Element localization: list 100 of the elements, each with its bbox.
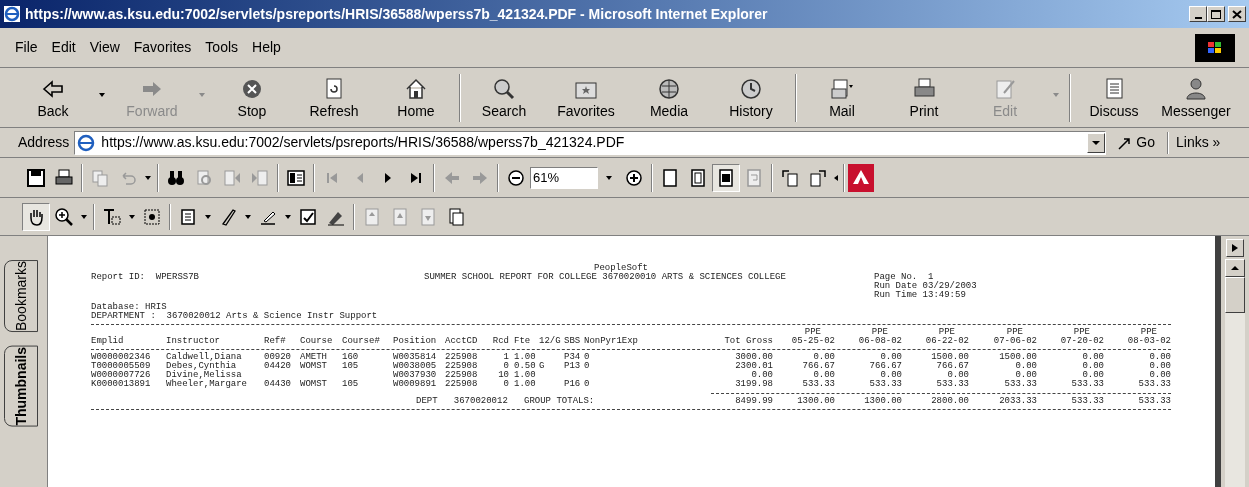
table-cell: 225908: [445, 362, 478, 371]
toolbar-button[interactable]: Back: [14, 69, 92, 126]
close-button[interactable]: [1228, 6, 1246, 22]
toolbar-button[interactable]: Media: [628, 69, 710, 126]
menu-item[interactable]: Favorites: [126, 37, 199, 58]
toolbar-button[interactable]: Discuss: [1074, 69, 1154, 126]
table-cell: W0000007726: [91, 371, 151, 380]
caret-down-icon[interactable]: [283, 212, 293, 221]
table-cell: 0: [503, 380, 509, 389]
table-cell: 0.00: [1015, 371, 1037, 380]
toolbar-button[interactable]: Messenger: [1154, 69, 1238, 126]
side-tab[interactable]: Bookmarks: [4, 260, 38, 333]
menu-item[interactable]: View: [82, 37, 127, 58]
caret-left-icon[interactable]: [832, 172, 840, 183]
scrollbar-thumb[interactable]: [1225, 277, 1245, 313]
table-cell: 0.50: [514, 362, 536, 371]
menu-item[interactable]: Edit: [44, 37, 83, 58]
table-cell: W0035814: [393, 353, 437, 362]
table-cell: P34: [564, 353, 581, 362]
table-cell: 0.00: [1082, 362, 1104, 371]
table-cell: Divine,Melissa: [166, 371, 242, 380]
snapshot-icon: [142, 206, 162, 227]
zoom-field[interactable]: 61%: [530, 166, 598, 189]
toolbar-button[interactable]: Home: [376, 69, 456, 126]
table-cell: 1.00: [514, 380, 536, 389]
triangle-up-icon[interactable]: [1230, 265, 1240, 271]
total-cell: 533.33: [1071, 397, 1104, 406]
maximize-button[interactable]: [1207, 6, 1225, 22]
toolbar-button[interactable]: Print: [884, 69, 964, 126]
table-cell: 533.33: [1071, 380, 1104, 389]
table-cell: 0.00: [880, 371, 902, 380]
column-header: PPE: [871, 328, 889, 337]
menu-item[interactable]: Help: [245, 37, 288, 58]
table-cell: 533.33: [1004, 380, 1037, 389]
window-title: https://www.as.ksu.edu:7002/servlets/psreports/HRIS/36588/wperss7b_421324.PDF - Microsoft Internet Explorer: [25, 4, 768, 24]
column-header: AcctCD: [445, 337, 478, 346]
zoom-icon: [54, 206, 74, 227]
caret-down-icon[interactable]: [203, 212, 213, 221]
toolbar-button[interactable]: History: [710, 69, 792, 126]
toolbar-button[interactable]: Stop: [212, 69, 292, 126]
total-cell: 533.33: [1138, 397, 1171, 406]
page-icon: [660, 167, 680, 188]
table-cell: 766.67: [936, 362, 969, 371]
caret-down-icon[interactable]: [127, 212, 137, 221]
table-cell: 3199.98: [735, 380, 773, 389]
toolbar-button[interactable]: Refresh: [292, 69, 376, 126]
scrollbar[interactable]: [1225, 259, 1245, 487]
table-cell: 0.00: [1082, 371, 1104, 380]
previous-page-icon: [390, 206, 410, 227]
column-header: Emplid: [91, 337, 124, 346]
column-header: Rcd: [492, 337, 509, 346]
table-cell: 04420: [264, 362, 291, 371]
table-cell: W0000002346: [91, 353, 151, 362]
table-cell: WOMST: [300, 380, 327, 389]
side-tab[interactable]: Thumbnails: [4, 346, 38, 427]
browser-e-icon: [3, 5, 21, 23]
totals-label: DEPT 3670020012 GROUP TOTALS:: [416, 396, 595, 406]
toolbar-button[interactable]: Favorites: [544, 69, 628, 126]
database-label: Database: HRIS: [91, 303, 168, 312]
table-cell: T0000005509: [91, 362, 151, 371]
column-header: 06-22-02: [925, 337, 969, 346]
table-cell: P16: [564, 380, 581, 389]
fit-page-icon: [688, 167, 708, 188]
table-cell: 160: [342, 353, 359, 362]
minimize-button[interactable]: [1189, 6, 1207, 22]
table-cell: 1.00: [514, 371, 536, 380]
total-cell: 8499.99: [735, 397, 773, 406]
page-down-icon: [446, 206, 466, 227]
table-cell: 0.00: [813, 353, 835, 362]
table-cell: AMETH: [300, 353, 327, 362]
fit-width-button[interactable]: [712, 163, 740, 192]
column-header: PPE: [1140, 328, 1158, 337]
caret-down-icon[interactable]: [79, 212, 89, 221]
table-cell: 0.00: [1082, 353, 1104, 362]
hand-button[interactable]: [22, 202, 50, 231]
column-header: Tot Gross: [724, 337, 773, 346]
logo-button[interactable]: [848, 163, 874, 192]
column-header: PPE: [804, 328, 822, 337]
print-icon: [54, 167, 74, 188]
address-field[interactable]: https://www.as.ksu.edu:7002/servlets/psreports/HRIS/36588/wperss7b_421324.PDF: [74, 130, 1107, 155]
go-button[interactable]: Go: [1116, 132, 1156, 153]
menu-item[interactable]: Tools: [198, 37, 246, 58]
page-up-icon: [362, 206, 382, 227]
column-header: 12/G: [539, 337, 561, 346]
toolbar-button[interactable]: Search: [464, 69, 544, 126]
menu-item[interactable]: File: [8, 37, 45, 58]
table-cell: W0038005: [393, 362, 437, 371]
table-cell: 533.33: [1138, 380, 1171, 389]
table-cell: WOMST: [300, 362, 327, 371]
table-cell: 105: [342, 362, 359, 371]
reflow-page-icon: [744, 167, 764, 188]
caret-down-icon[interactable]: [143, 173, 153, 182]
table-cell: 0: [584, 353, 590, 362]
column-header: 06-08-02: [858, 337, 902, 346]
caret-down-icon[interactable]: [243, 212, 253, 221]
links-button[interactable]: Links »: [1176, 132, 1221, 153]
column-header: Course: [300, 337, 333, 346]
panel-arrow-button[interactable]: [1226, 239, 1244, 257]
toolbar-button[interactable]: Mail: [800, 69, 884, 126]
caret-down-icon[interactable]: [1091, 139, 1102, 146]
